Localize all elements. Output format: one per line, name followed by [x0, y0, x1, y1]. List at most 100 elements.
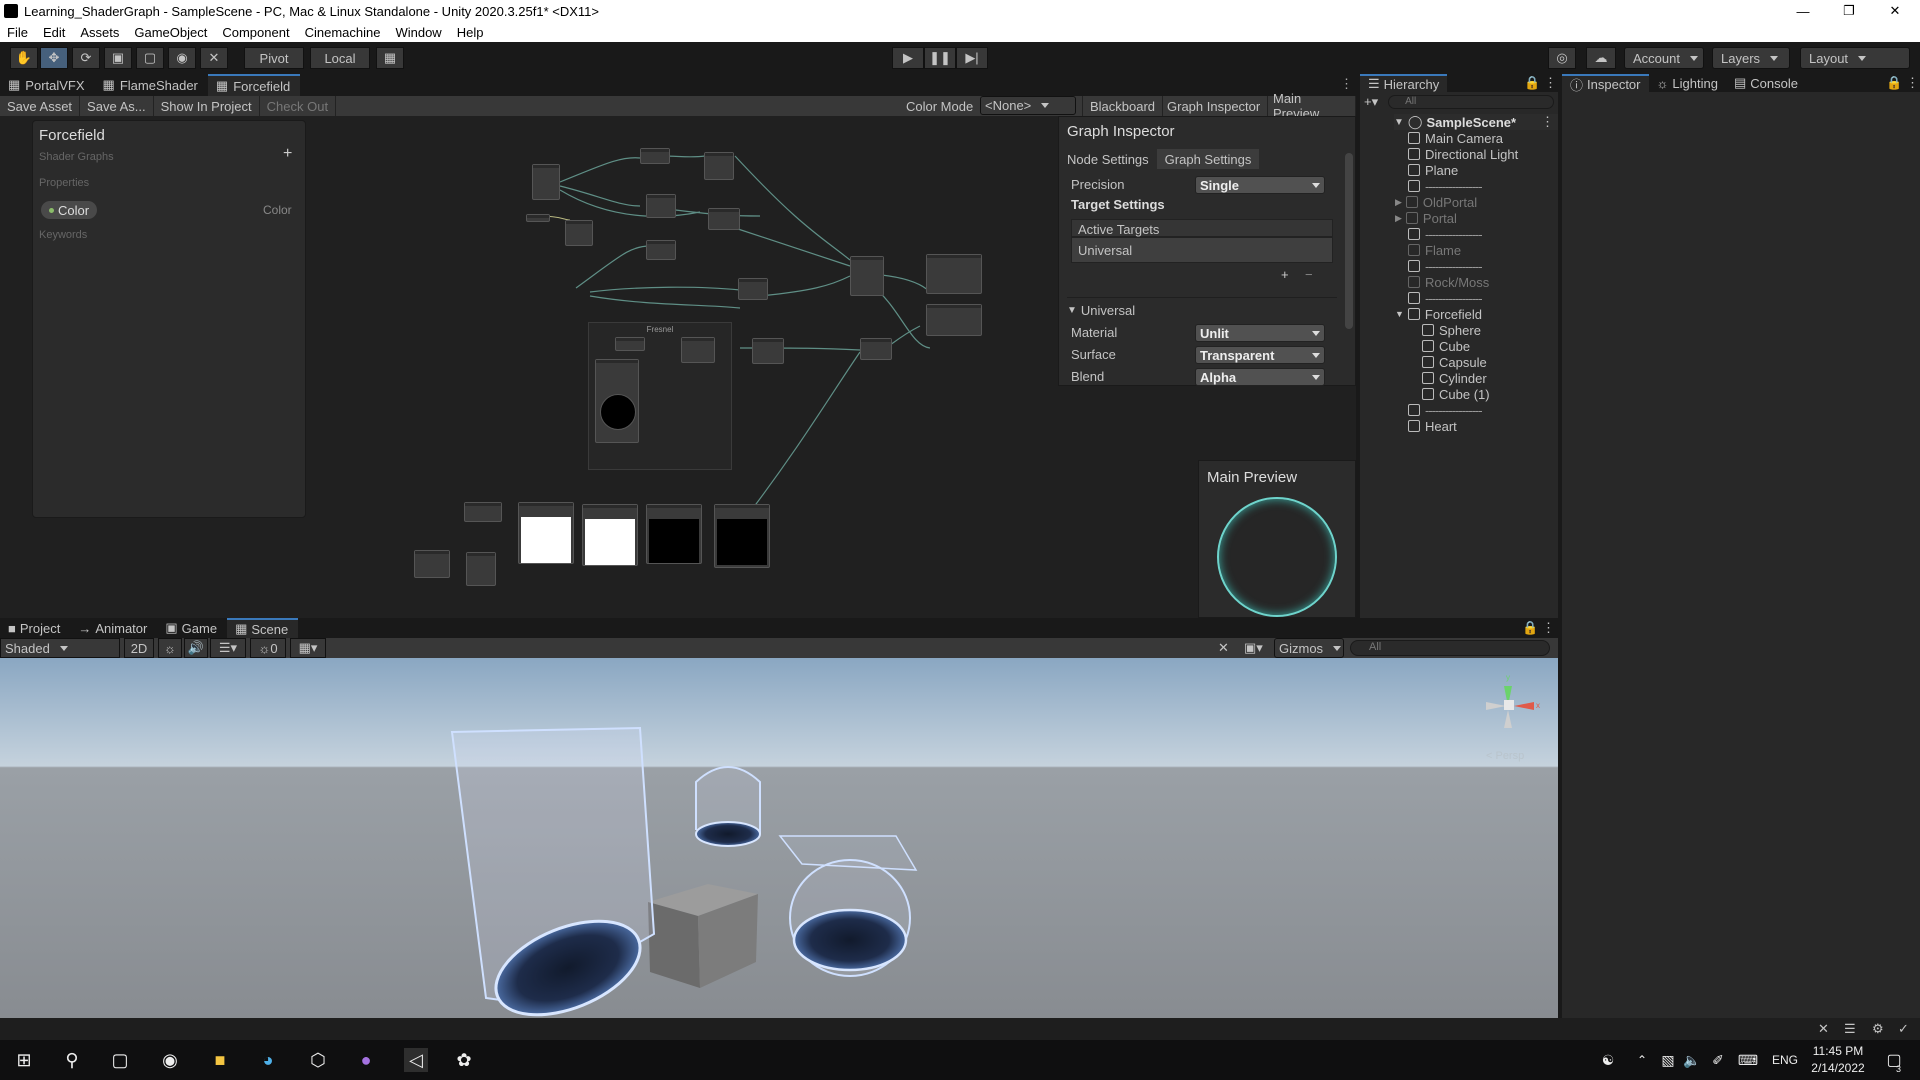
lock-icon[interactable]: 🔒: [1524, 75, 1540, 91]
account-dropdown[interactable]: Account: [1624, 47, 1704, 69]
preview-node[interactable]: [582, 504, 638, 566]
hierarchy-separator-item[interactable]: -----------------: [1408, 402, 1483, 418]
layers-dropdown[interactable]: Layers: [1712, 47, 1790, 69]
graph-node[interactable]: [646, 240, 676, 260]
graph-node[interactable]: [640, 148, 670, 164]
graph-node[interactable]: [615, 337, 645, 351]
menu-window[interactable]: Window: [395, 25, 441, 40]
surface-dropdown[interactable]: Transparent: [1195, 346, 1325, 364]
hierarchy-item[interactable]: Cylinder: [1422, 370, 1487, 386]
graph-node[interactable]: [752, 338, 784, 364]
graph-node[interactable]: [526, 214, 550, 222]
paint-app-icon[interactable]: ✿: [452, 1048, 476, 1072]
lighting-toggle-icon[interactable]: ☼: [158, 638, 182, 658]
color-property-pill[interactable]: Color: [41, 201, 98, 219]
graph-node[interactable]: [565, 220, 593, 246]
material-dropdown[interactable]: Unlit: [1195, 324, 1325, 342]
keyboard-icon[interactable]: ⌨: [1736, 1048, 1760, 1072]
hierarchy-item[interactable]: Cube: [1422, 338, 1470, 354]
menu-help[interactable]: Help: [457, 25, 484, 40]
check-out-button[interactable]: Check Out: [260, 96, 337, 116]
language-indicator[interactable]: ENG: [1772, 1053, 1798, 1067]
hierarchy-separator-item[interactable]: -----------------: [1408, 226, 1483, 242]
tab-console[interactable]: ▤ Console: [1726, 74, 1806, 92]
scale-tool-icon[interactable]: ▣: [104, 47, 132, 69]
tab-node-settings[interactable]: Node Settings: [1059, 149, 1157, 169]
hierarchy-item[interactable]: Flame: [1408, 242, 1461, 258]
hierarchy-item[interactable]: Heart: [1408, 418, 1457, 434]
minimize-icon[interactable]: —: [1780, 0, 1826, 22]
steam-icon[interactable]: ◉: [158, 1048, 182, 1072]
unity-hub-icon[interactable]: ⬡: [306, 1048, 330, 1072]
custom-tool-icon[interactable]: ✕: [200, 47, 228, 69]
persp-label[interactable]: < Persp: [1486, 750, 1524, 762]
preview-node[interactable]: [714, 504, 770, 568]
graph-node[interactable]: [681, 337, 715, 363]
effects-dropdown-icon[interactable]: ☰▾: [210, 638, 246, 658]
hierarchy-search-input[interactable]: All: [1388, 95, 1554, 109]
lock-icon[interactable]: 🔒: [1886, 75, 1902, 91]
graph-node[interactable]: [708, 208, 740, 230]
tab-scene[interactable]: ▦ Scene: [227, 618, 299, 638]
hierarchy-item[interactable]: ▼ Forcefield: [1395, 306, 1482, 322]
tab-graph-settings[interactable]: Graph Settings: [1156, 149, 1260, 169]
hierarchy-separator-item[interactable]: -----------------: [1408, 290, 1483, 306]
menu-edit[interactable]: Edit: [43, 25, 65, 40]
graph-node[interactable]: [860, 338, 892, 360]
tab-forcefield[interactable]: ▦ Forcefield: [207, 74, 301, 96]
move-tool-icon[interactable]: ✥: [40, 47, 68, 69]
graph-node[interactable]: [464, 502, 502, 522]
pause-icon[interactable]: ❚❚: [924, 47, 956, 69]
settings-icon[interactable]: ⚙: [1872, 1021, 1884, 1037]
show-in-project-button[interactable]: Show In Project: [154, 96, 260, 116]
windows-start-icon[interactable]: ⊞: [12, 1048, 36, 1072]
add-target-icon[interactable]: +: [1281, 267, 1289, 282]
tools-icon[interactable]: ✕: [1218, 640, 1229, 656]
menu-file[interactable]: File: [7, 25, 28, 40]
graph-inspector-toggle[interactable]: Graph Inspector: [1160, 96, 1269, 116]
fresnel-group[interactable]: Fresnel: [588, 322, 732, 470]
hierarchy-item[interactable]: Cube (1): [1422, 386, 1490, 402]
hierarchy-separator-item[interactable]: -----------------: [1408, 178, 1483, 194]
hierarchy-item[interactable]: Directional Light: [1408, 146, 1518, 162]
graph-node[interactable]: [738, 278, 768, 300]
check-icon[interactable]: ✓: [1898, 1021, 1909, 1037]
tab-project[interactable]: ■ Project: [0, 618, 70, 638]
layers-icon[interactable]: ☰: [1844, 1021, 1856, 1037]
scene-orientation-gizmo[interactable]: y x: [1478, 670, 1544, 742]
tab-portalvfx[interactable]: ▦ PortalVFX: [0, 74, 95, 96]
shading-mode-dropdown[interactable]: Shaded: [0, 638, 120, 658]
blackboard-toggle[interactable]: Blackboard: [1082, 96, 1164, 116]
edge-icon[interactable]: ◕: [256, 1048, 280, 1072]
camera-dropdown-icon[interactable]: ▣▾: [1244, 640, 1263, 656]
scene-view[interactable]: y x < Persp: [0, 658, 1558, 1018]
layout-dropdown[interactable]: Layout: [1800, 47, 1910, 69]
tab-flameshader[interactable]: ▦ FlameShader: [95, 74, 208, 96]
pivot-toggle[interactable]: Pivot: [244, 47, 304, 69]
grid-snap-icon[interactable]: ▦: [376, 47, 404, 69]
gizmos-dropdown[interactable]: Gizmos: [1274, 638, 1344, 658]
vertex-master-node[interactable]: [926, 254, 982, 294]
menu-assets[interactable]: Assets: [80, 25, 119, 40]
kebab-menu-icon[interactable]: ⋮: [1906, 75, 1919, 91]
hierarchy-separator-item[interactable]: -----------------: [1408, 258, 1483, 274]
precision-dropdown[interactable]: Single: [1195, 176, 1325, 194]
graph-node[interactable]: [704, 152, 734, 180]
rotate-tool-icon[interactable]: ⟳: [72, 47, 100, 69]
audio-toggle-icon[interactable]: 🔊: [184, 638, 208, 658]
fresnel-node[interactable]: [595, 359, 639, 443]
search-icon[interactable]: ⚲: [60, 1048, 84, 1072]
preview-node[interactable]: [518, 502, 574, 564]
hierarchy-item[interactable]: ▶ Portal: [1395, 210, 1457, 226]
transform-tool-icon[interactable]: ◉: [168, 47, 196, 69]
debug-icon[interactable]: ✕: [1818, 1021, 1829, 1037]
lock-icon[interactable]: 🔒: [1522, 620, 1538, 636]
graph-node[interactable]: [532, 164, 560, 200]
cloud-icon[interactable]: ☁: [1586, 47, 1616, 69]
preview-sphere[interactable]: [1217, 497, 1337, 617]
scene-root-item[interactable]: ▼ ◯ SampleScene* ⋮: [1394, 114, 1558, 130]
hierarchy-item[interactable]: Plane: [1408, 162, 1458, 178]
remove-target-icon[interactable]: −: [1305, 267, 1313, 282]
scene-search-input[interactable]: All: [1350, 640, 1550, 656]
notifications-icon[interactable]: ▢: [1882, 1048, 1906, 1072]
